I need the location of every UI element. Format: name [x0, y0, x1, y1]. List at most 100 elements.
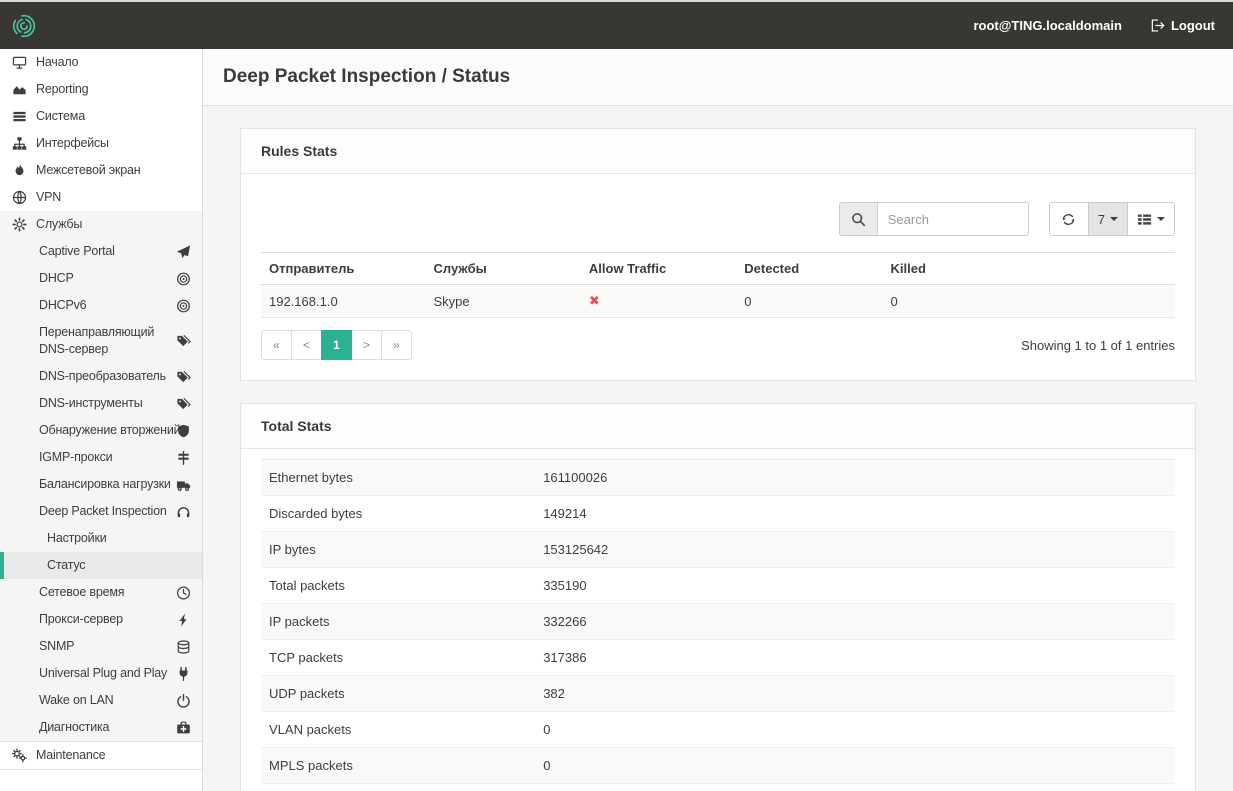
stat-row: TCP packets317386: [261, 640, 1175, 676]
sidebar-item-load-balancer[interactable]: Балансировка нагрузки: [0, 471, 202, 498]
pagination-prev[interactable]: <: [291, 330, 322, 360]
columns-button[interactable]: [1127, 202, 1175, 236]
stat-row: PPPoE packets0: [261, 784, 1175, 791]
chevron-down-icon: [1157, 217, 1165, 225]
sitemap-icon: [12, 136, 27, 151]
blocked-x-icon: ✖: [589, 293, 600, 308]
sidebar-item-upnp[interactable]: Universal Plug and Play: [0, 660, 202, 687]
cell-sender: 192.168.1.0: [261, 285, 426, 318]
logout-button[interactable]: Logout: [1150, 18, 1215, 33]
area-chart-icon: [12, 82, 27, 97]
logged-in-user: root@TING.localdomain: [973, 18, 1121, 33]
bolt-icon: [176, 612, 191, 627]
rules-stats-panel: Rules Stats: [240, 128, 1196, 381]
total-stats-title: Total Stats: [241, 404, 1195, 449]
sidebar-item-home[interactable]: Начало: [0, 49, 202, 76]
app-window: root@TING.localdomain Logout Начало Repo…: [0, 0, 1233, 791]
col-header-detected[interactable]: Detected: [736, 253, 882, 285]
rules-stats-title: Rules Stats: [241, 129, 1195, 174]
sidebar-item-dpi-settings[interactable]: Настройки: [0, 525, 202, 552]
desktop-icon: [12, 55, 27, 70]
logout-label: Logout: [1171, 18, 1215, 33]
bullseye-icon: [176, 298, 191, 313]
bullseye-icon: [176, 271, 191, 286]
sidebar-item-igmp-proxy[interactable]: IGMP-прокси: [0, 444, 202, 471]
table-row[interactable]: 192.168.1.0 Skype ✖ 0 0: [261, 285, 1175, 318]
sidebar-item-proxy-server[interactable]: Прокси-сервер: [0, 606, 202, 633]
table-controls: 7: [261, 202, 1175, 236]
col-header-sender[interactable]: Отправитель: [261, 253, 426, 285]
database-icon: [176, 639, 191, 654]
col-header-allow[interactable]: Allow Traffic: [581, 253, 736, 285]
truck-icon: [176, 477, 191, 492]
stat-row: MPLS packets0: [261, 748, 1175, 784]
sidebar-item-dhcpv6[interactable]: DHCPv6: [0, 292, 202, 319]
col-header-killed[interactable]: Killed: [883, 253, 1176, 285]
page-size-button[interactable]: 7: [1088, 202, 1128, 236]
pagination-next[interactable]: >: [351, 330, 382, 360]
sidebar-item-system[interactable]: Система: [0, 103, 202, 130]
col-header-service[interactable]: Службы: [426, 253, 581, 285]
top-navbar: root@TING.localdomain Logout: [0, 0, 1233, 49]
stat-row: Total packets335190: [261, 568, 1175, 604]
stat-row: IP bytes153125642: [261, 532, 1175, 568]
pagination-first[interactable]: «: [261, 330, 292, 360]
rules-table: Отправитель Службы Allow Traffic Detecte…: [261, 252, 1175, 318]
sidebar-item-dns-forwarder[interactable]: Перенаправляющий DNS-сервер: [0, 319, 202, 363]
sidebar-item-diagnostics[interactable]: Диагностика: [0, 714, 202, 742]
pagination-page-1[interactable]: 1: [321, 330, 352, 360]
sidebar-item-dns-tools[interactable]: DNS-инструменты: [0, 390, 202, 417]
refresh-button[interactable]: [1049, 202, 1089, 236]
sidebar-item-vpn[interactable]: VPN: [0, 184, 202, 211]
sidebar-item-snmp[interactable]: SNMP: [0, 633, 202, 660]
shield-icon: [176, 423, 191, 438]
sidebar-item-dhcp[interactable]: DHCP: [0, 265, 202, 292]
page-title: Deep Packet Inspection / Status: [223, 66, 1213, 88]
sidebar-item-firewall[interactable]: Межсетевой экран: [0, 157, 202, 184]
sidebar-item-maintenance[interactable]: Maintenance: [0, 742, 202, 770]
sidebar-item-dns-resolver[interactable]: DNS-преобразователь: [0, 363, 202, 390]
search-button[interactable]: [839, 202, 877, 236]
search-input[interactable]: [877, 202, 1029, 236]
search-group: [839, 202, 1029, 236]
cell-detected: 0: [736, 285, 882, 318]
fire-icon: [12, 163, 27, 178]
sidebar-item-dpi-status[interactable]: Статус: [0, 552, 202, 579]
total-stats-panel: Total Stats Ethernet bytes161100026 Disc…: [240, 403, 1196, 791]
plug-icon: [176, 666, 191, 681]
pagination: « < 1 > »: [261, 330, 412, 360]
tags-icon: [176, 369, 191, 384]
sidebar-item-intrusion-detection[interactable]: Обнаружение вторжений: [0, 417, 202, 444]
table-actions: 7: [1049, 202, 1175, 236]
sidebar-item-interfaces[interactable]: Интерфейсы: [0, 130, 202, 157]
headphones-icon: [176, 504, 191, 519]
sidebar-item-wake-on-lan[interactable]: Wake on LAN: [0, 687, 202, 714]
chevron-down-icon: [1110, 217, 1118, 225]
server-icon: [12, 109, 27, 124]
stat-row: UDP packets382: [261, 676, 1175, 712]
power-icon: [176, 693, 191, 708]
sidebar-item-reporting[interactable]: Reporting: [0, 76, 202, 103]
gear-icon: [12, 217, 27, 232]
cell-killed: 0: [883, 285, 1176, 318]
th-list-icon: [1137, 212, 1152, 227]
sidebar-item-network-time[interactable]: Сетевое время: [0, 579, 202, 606]
pagination-last[interactable]: »: [381, 330, 412, 360]
page-header: Deep Packet Inspection / Status: [203, 49, 1233, 106]
medkit-icon: [176, 720, 191, 735]
sidebar-item-captive-portal[interactable]: Captive Portal: [0, 238, 202, 265]
sidebar-item-deep-packet-inspection[interactable]: Deep Packet Inspection: [0, 498, 202, 525]
stat-row: Ethernet bytes161100026: [261, 460, 1175, 496]
sidebar-item-services[interactable]: Службы: [0, 211, 202, 238]
fingerprint-logo-icon[interactable]: [9, 11, 39, 41]
refresh-icon: [1061, 212, 1076, 227]
total-stats-table: Ethernet bytes161100026 Discarded bytes1…: [261, 459, 1175, 791]
globe-icon: [12, 190, 27, 205]
paper-plane-icon: [176, 244, 191, 259]
entries-summary: Showing 1 to 1 of 1 entries: [1021, 338, 1175, 353]
sliders-icon: [176, 450, 191, 465]
stat-row: IP packets332266: [261, 604, 1175, 640]
gears-icon: [12, 748, 27, 763]
main-content: Deep Packet Inspection / Status Rules St…: [203, 49, 1233, 791]
sign-out-icon: [1150, 18, 1165, 33]
